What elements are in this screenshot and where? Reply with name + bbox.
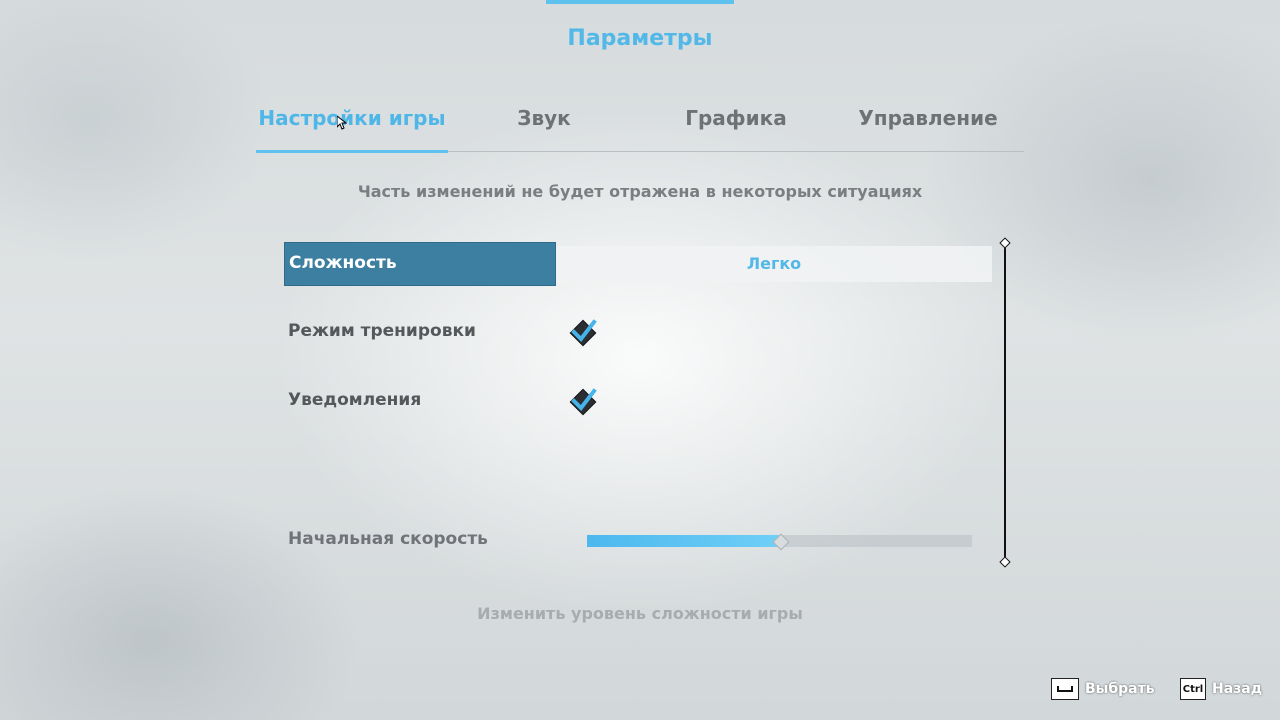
start-speed-label: Начальная скорость (288, 529, 488, 549)
difficulty-label: Сложность (289, 253, 397, 273)
tab-sound[interactable]: Звук (448, 96, 640, 151)
tab-controls[interactable]: Управление (832, 96, 1024, 151)
page-title: Параметры (567, 26, 713, 51)
space-key-icon (1051, 678, 1079, 700)
back-action[interactable]: Ctrl Назад (1180, 678, 1262, 700)
select-label: Выбрать (1085, 681, 1155, 697)
tab-game-settings[interactable]: Настройки игры (256, 96, 448, 153)
ctrl-key-badge: Ctrl (1180, 678, 1206, 700)
top-accent-bar (546, 0, 734, 4)
scrollbar-top-cap (999, 237, 1011, 249)
training-mode-checkbox[interactable] (568, 318, 598, 348)
mouse-cursor-icon (337, 116, 347, 130)
scrollbar-bottom-cap (999, 556, 1011, 568)
settings-notice: Часть изменений не будет отражена в неко… (357, 182, 923, 201)
difficulty-selector[interactable]: Легко (556, 246, 992, 282)
training-mode-label: Режим тренировки (288, 321, 476, 341)
slider-fill (587, 535, 780, 547)
tab-graphics[interactable]: Графика (640, 96, 832, 151)
back-label: Назад (1212, 681, 1263, 697)
difficulty-row[interactable]: Сложность (284, 242, 556, 286)
select-action[interactable]: Выбрать (1051, 678, 1155, 700)
notifications-checkbox[interactable] (568, 387, 598, 417)
settings-tabs: Настройки игры Звук Графика Управление (256, 96, 1024, 153)
notifications-label: Уведомления (288, 390, 422, 410)
scrollbar[interactable] (1004, 243, 1006, 563)
start-speed-slider[interactable] (587, 533, 972, 551)
setting-description: Изменить уровень сложности игры (477, 604, 803, 623)
